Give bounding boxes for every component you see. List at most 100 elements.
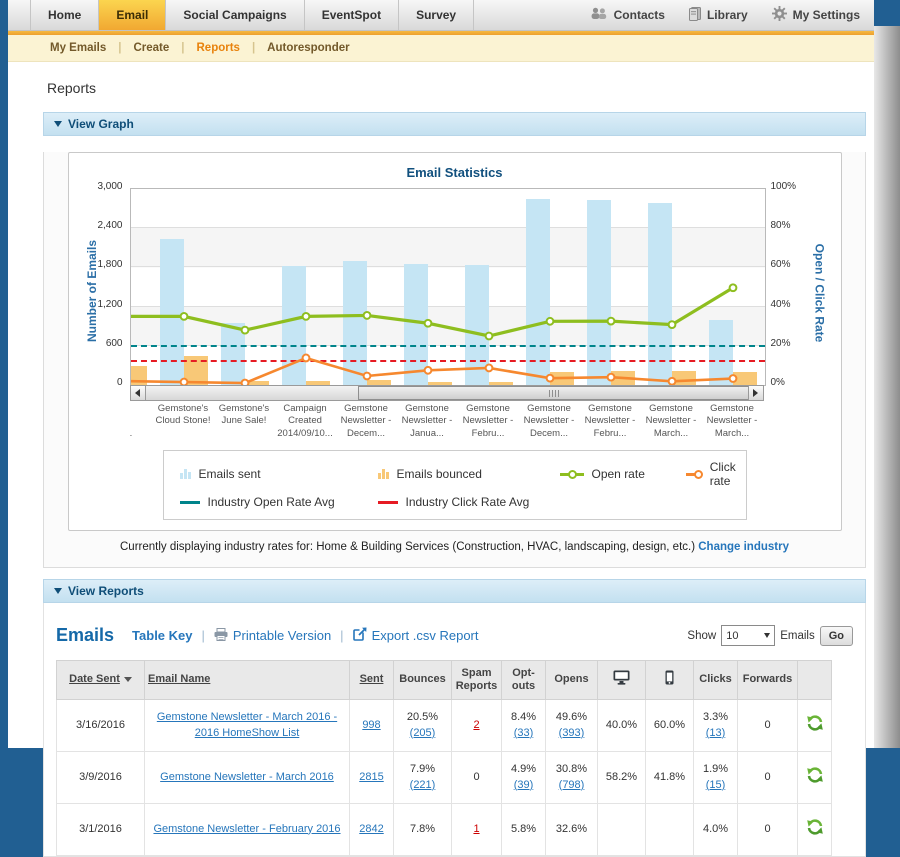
table-link[interactable]: 2 bbox=[473, 719, 479, 731]
library-button[interactable]: Library bbox=[689, 7, 748, 24]
x-axis-label: Campaign Created 2014/09/10... bbox=[275, 403, 336, 440]
cell-desktop-opens bbox=[598, 804, 646, 856]
resend-icon[interactable] bbox=[806, 775, 824, 787]
subnav-autoresponder[interactable]: Autoresponder bbox=[255, 42, 361, 54]
go-button[interactable]: Go bbox=[820, 626, 853, 646]
table-link[interactable]: Gemstone Newsletter - March 2016 bbox=[160, 771, 334, 783]
table-row: 3/16/2016 Gemstone Newsletter - March 201… bbox=[57, 700, 832, 752]
cell-clicks: 4.0% bbox=[694, 804, 738, 856]
legend-item: Emails sent bbox=[180, 460, 378, 488]
cell-sent: 2815 bbox=[350, 752, 394, 804]
table-link[interactable]: (221) bbox=[410, 779, 436, 791]
chart-scrollbar[interactable] bbox=[130, 385, 764, 401]
legend-line-icon bbox=[686, 469, 702, 479]
tab-label: EventSpot bbox=[322, 8, 381, 22]
resend-icon[interactable] bbox=[806, 723, 824, 735]
legend-label: Emails sent bbox=[199, 467, 261, 481]
stat-percent: 1.9% bbox=[703, 763, 728, 775]
scroll-left-button[interactable] bbox=[131, 386, 146, 400]
tab-label: Email bbox=[116, 8, 148, 22]
table-link[interactable]: 998 bbox=[362, 719, 380, 731]
collapse-triangle-icon bbox=[54, 121, 62, 127]
col-date-sent[interactable]: Date Sent bbox=[57, 661, 145, 700]
right-axis-tick: 20% bbox=[771, 338, 791, 349]
view-reports-body: Emails Table Key | Printable Version | bbox=[43, 603, 866, 857]
scrollbar-thumb[interactable] bbox=[358, 386, 750, 400]
table-link[interactable]: (393) bbox=[559, 727, 585, 739]
legend-item: Industry Click Rate Avg bbox=[378, 495, 560, 509]
left-arrow-icon bbox=[135, 389, 140, 397]
cell-forwards: 0 bbox=[738, 700, 798, 752]
table-link[interactable]: 2815 bbox=[359, 771, 383, 783]
scroll-right-button[interactable] bbox=[748, 386, 763, 400]
resend-icon[interactable] bbox=[806, 827, 824, 839]
printable-version-link[interactable]: Printable Version bbox=[214, 628, 331, 644]
legend-item: Open rate bbox=[560, 460, 686, 488]
table-link[interactable]: Gemstone Newsletter - February 2016 bbox=[153, 823, 340, 835]
table-link[interactable]: Gemstone Newsletter - March 2016 - 2016 … bbox=[157, 711, 337, 739]
right-axis-tick: 40% bbox=[771, 299, 791, 310]
table-link[interactable]: (205) bbox=[410, 727, 436, 739]
cell-spam: 1 bbox=[452, 804, 502, 856]
view-graph-header[interactable]: View Graph bbox=[43, 112, 866, 136]
col-sent[interactable]: Sent bbox=[350, 661, 394, 700]
tab-survey[interactable]: Survey bbox=[399, 0, 474, 30]
x-axis-label: der: one Op... bbox=[130, 403, 153, 440]
left-axis-tick: 3,000 bbox=[97, 181, 122, 192]
subnav-my-emails[interactable]: My Emails bbox=[38, 42, 118, 54]
cell-clicks: 1.9% (15) bbox=[694, 752, 738, 804]
right-axis-tick: 80% bbox=[771, 220, 791, 231]
table-link[interactable]: (33) bbox=[514, 727, 534, 739]
mobile-icon bbox=[665, 676, 674, 688]
table-link[interactable]: (13) bbox=[706, 727, 726, 739]
change-industry-link[interactable]: Change industry bbox=[698, 541, 789, 553]
show-control: Show 10 Emails Go bbox=[687, 625, 853, 646]
rate-lines bbox=[131, 189, 765, 385]
emails-toolbar: Emails Table Key | Printable Version | bbox=[56, 625, 853, 646]
collapse-triangle-icon bbox=[54, 588, 62, 594]
table-key-link[interactable]: Table Key bbox=[132, 628, 192, 643]
cell-date: 3/16/2016 bbox=[57, 700, 145, 752]
library-icon bbox=[689, 7, 701, 24]
my-settings-button[interactable]: My Settings bbox=[772, 6, 860, 24]
col-spam-reports: Spam Reports bbox=[452, 661, 502, 700]
table-link[interactable]: (39) bbox=[514, 779, 534, 791]
right-axis-ticks: 0%20%40%60%80%100% bbox=[771, 188, 811, 384]
cell-resend bbox=[798, 752, 832, 804]
plot-wrap: 06001,2001,8002,4003,000 0%20%40%60%80%1… bbox=[130, 188, 764, 440]
cell-spam: 2 bbox=[452, 700, 502, 752]
section-label: View Reports bbox=[68, 584, 144, 598]
page-title: Reports bbox=[47, 80, 866, 96]
table-link[interactable]: (15) bbox=[706, 779, 726, 791]
cell-date: 3/9/2016 bbox=[57, 752, 145, 804]
legend-bar-icon bbox=[378, 469, 389, 479]
tab-home[interactable]: Home bbox=[30, 0, 99, 30]
col-email-name[interactable]: Email Name bbox=[145, 661, 350, 700]
contacts-button[interactable]: Contacts bbox=[590, 7, 665, 23]
cell-email-name: Gemstone Newsletter - February 2016 bbox=[145, 804, 350, 856]
col-clicks: Clicks bbox=[694, 661, 738, 700]
view-reports-header[interactable]: View Reports bbox=[43, 579, 866, 603]
tab-eventspot[interactable]: EventSpot bbox=[305, 0, 399, 30]
table-link[interactable]: 2842 bbox=[359, 823, 383, 835]
cell-bounces: 7.9% (221) bbox=[394, 752, 452, 804]
legend-bar-icon bbox=[180, 469, 191, 479]
cell-resend bbox=[798, 804, 832, 856]
emails-table: Date Sent Email Name Sent Bounces Spam R… bbox=[56, 660, 832, 856]
stat-percent: 7.9% bbox=[410, 763, 435, 775]
left-axis-tick: 600 bbox=[106, 338, 123, 349]
content: Reports View Graph Email Statistics Numb… bbox=[8, 62, 874, 857]
export-csv-link[interactable]: Export .csv Report bbox=[353, 627, 479, 644]
col-forwards: Forwards bbox=[738, 661, 798, 700]
table-link[interactable]: 1 bbox=[473, 823, 479, 835]
show-count-select[interactable]: 10 bbox=[721, 625, 775, 646]
show-unit-label: Emails bbox=[780, 630, 815, 642]
subnav-create[interactable]: Create bbox=[121, 42, 181, 54]
tab-social-campaigns[interactable]: Social Campaigns bbox=[166, 0, 304, 30]
col-desktop-opens bbox=[598, 661, 646, 700]
table-link[interactable]: (798) bbox=[559, 779, 585, 791]
legend-ref-line-icon bbox=[180, 501, 200, 504]
cell-bounces: 7.8% bbox=[394, 804, 452, 856]
subnav-reports[interactable]: Reports bbox=[185, 42, 252, 54]
tab-email[interactable]: Email bbox=[99, 0, 166, 30]
